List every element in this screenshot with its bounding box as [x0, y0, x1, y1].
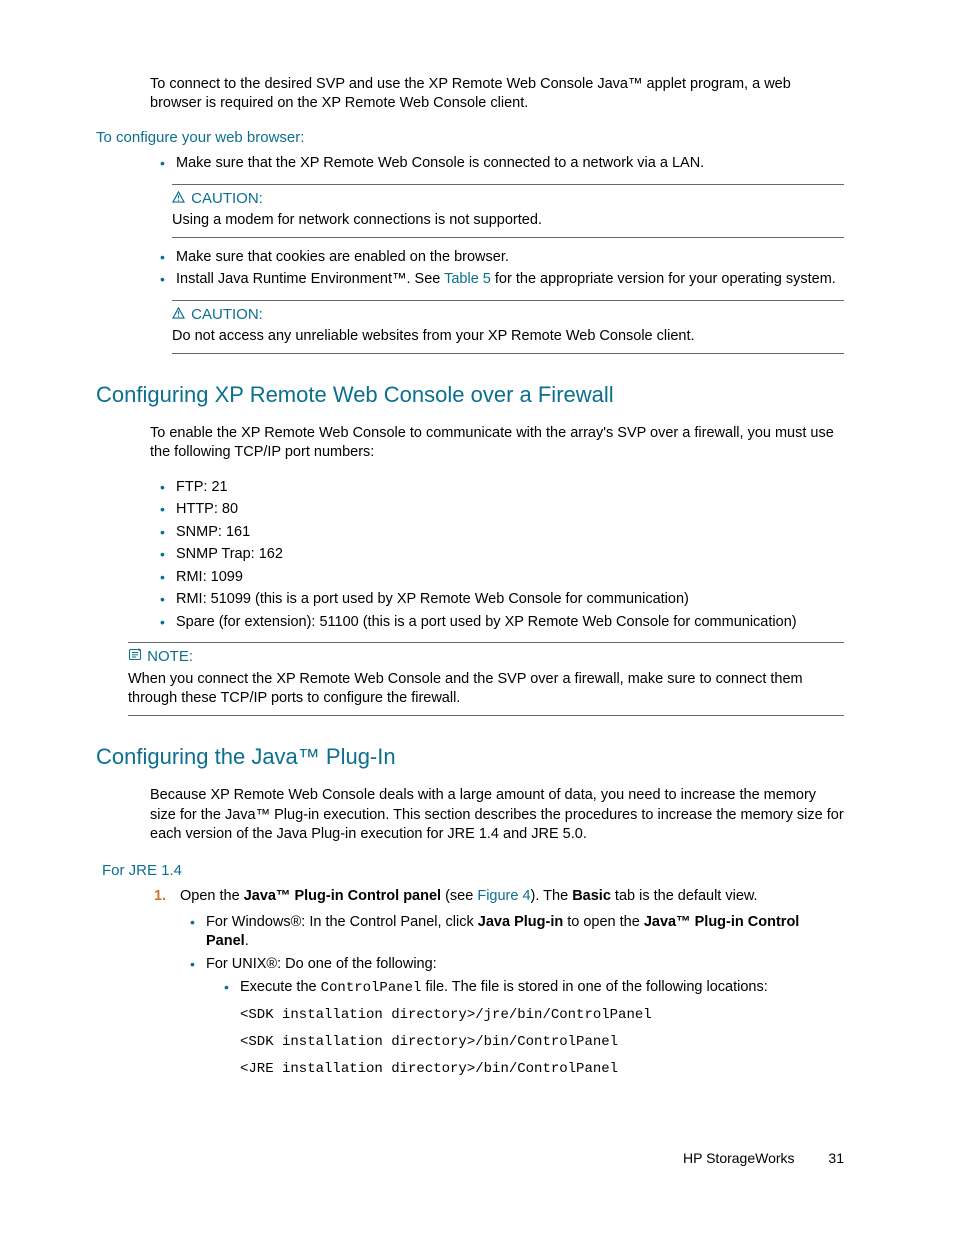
caution-body: Do not access any unreliable websites fr… [172, 327, 844, 347]
code-path: <JRE installation directory>/bin/Control… [240, 1060, 844, 1079]
jre14-heading: For JRE 1.4 [102, 861, 844, 881]
java-paragraph: Because XP Remote Web Console deals with… [150, 786, 844, 845]
list-item: Execute the ControlPanel file. The file … [214, 978, 844, 998]
step-item: Open the Java™ Plug-in Control panel (se… [150, 887, 844, 1079]
table-5-link[interactable]: Table 5 [444, 271, 491, 287]
caution-icon [172, 189, 187, 209]
code-path: <SDK installation directory>/bin/Control… [240, 1033, 844, 1052]
firewall-heading: Configuring XP Remote Web Console over a… [96, 380, 844, 410]
caution-icon [172, 305, 187, 325]
list-item: Install Java Runtime Environment™. See T… [150, 270, 844, 290]
list-item: HTTP: 80 [150, 500, 844, 520]
caution-label: CAUTION: [191, 190, 263, 207]
config-browser-heading: To configure your web browser: [96, 128, 844, 148]
note-icon [128, 647, 143, 667]
intro-paragraph: To connect to the desired SVP and use th… [150, 75, 844, 114]
figure-4-link[interactable]: Figure 4 [477, 888, 530, 904]
page-footer: HP StorageWorks 31 [96, 1149, 844, 1168]
caution-label: CAUTION: [191, 306, 263, 323]
java-heading: Configuring the Java™ Plug-In [96, 742, 844, 772]
note-label: NOTE: [147, 648, 193, 665]
list-item: Make sure that cookies are enabled on th… [150, 248, 844, 268]
list-item: SNMP: 161 [150, 523, 844, 543]
list-item: For Windows®: In the Control Panel, clic… [180, 913, 844, 952]
list-item: RMI: 51099 (this is a port used by XP Re… [150, 590, 844, 610]
caution-box: CAUTION: Do not access any unreliable we… [172, 300, 844, 354]
note-box: NOTE: When you connect the XP Remote Web… [128, 642, 844, 715]
page-number: 31 [828, 1150, 844, 1166]
caution-box: CAUTION: Using a modem for network conne… [172, 184, 844, 238]
footer-brand: HP StorageWorks [683, 1150, 795, 1166]
code-path: <SDK installation directory>/jre/bin/Con… [240, 1006, 844, 1025]
note-body: When you connect the XP Remote Web Conso… [128, 670, 844, 709]
list-item: For UNIX®: Do one of the following: [180, 955, 844, 975]
list-item: RMI: 1099 [150, 568, 844, 588]
list-item: FTP: 21 [150, 478, 844, 498]
caution-body: Using a modem for network connections is… [172, 211, 844, 231]
firewall-paragraph: To enable the XP Remote Web Console to c… [150, 424, 844, 463]
list-item: Spare (for extension): 51100 (this is a … [150, 613, 844, 633]
list-item: SNMP Trap: 162 [150, 545, 844, 565]
list-item: Make sure that the XP Remote Web Console… [150, 154, 844, 174]
